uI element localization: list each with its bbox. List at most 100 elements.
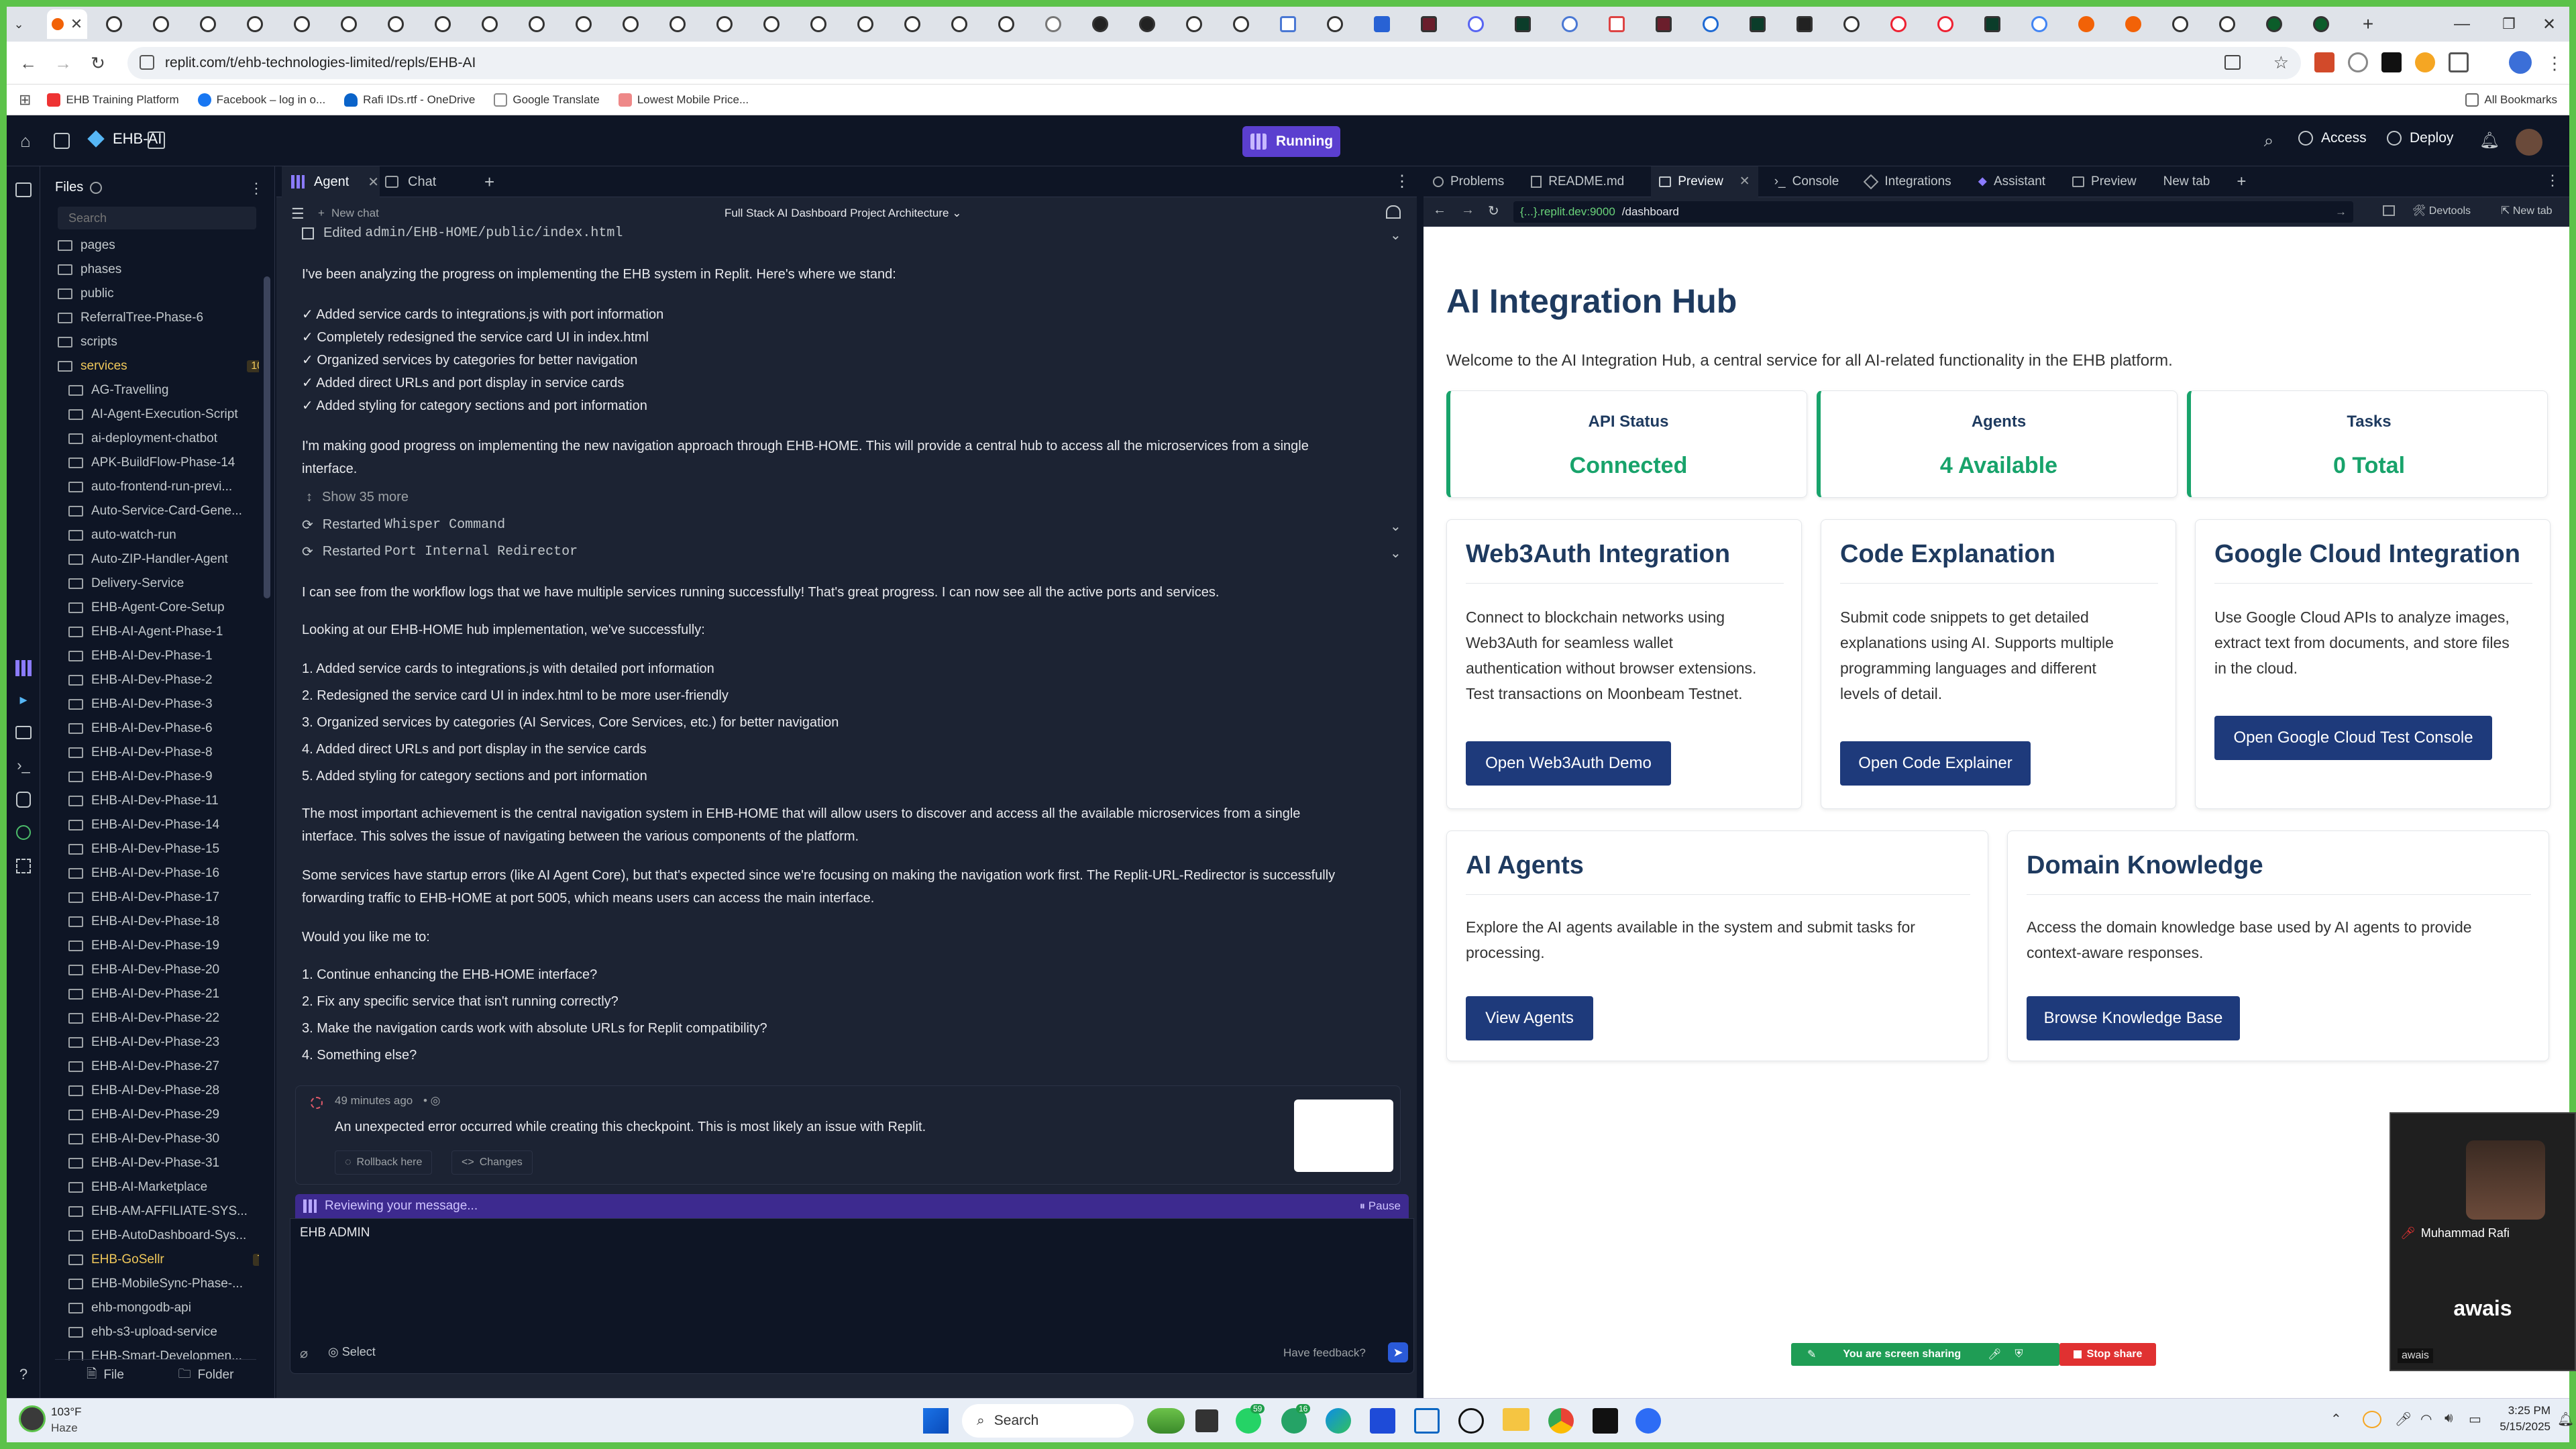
- help-icon[interactable]: ?: [15, 1366, 32, 1383]
- restart-action[interactable]: ⟳ Restarted Whisper Command: [302, 517, 505, 533]
- file-tree-item[interactable]: ehb-s3-upload-service: [58, 1320, 259, 1344]
- add-tab-icon[interactable]: +: [2237, 172, 2246, 191]
- send-button[interactable]: ➤: [1388, 1342, 1408, 1362]
- browser-tab[interactable]: [1462, 9, 1489, 39]
- browser-tab[interactable]: [1040, 9, 1067, 39]
- pause-button[interactable]: ⏸ Pause: [1360, 1199, 1401, 1213]
- open-code-explainer-button[interactable]: Open Code Explainer: [1840, 741, 2031, 786]
- file-tree-item[interactable]: EHB-AI-Dev-Phase-9: [58, 765, 259, 789]
- browser-tab[interactable]: [148, 9, 174, 39]
- forward-icon[interactable]: →: [1461, 203, 1474, 218]
- file-tree-item[interactable]: ReferralTree-Phase-6: [58, 306, 259, 330]
- bookmark-item[interactable]: Facebook – log in o...: [197, 93, 325, 107]
- preview-url-input[interactable]: {...}.replit.dev:9000 /dashboard →: [1513, 201, 2353, 223]
- home-icon[interactable]: ⌂: [16, 131, 35, 151]
- browser-tab[interactable]: [1885, 9, 1912, 39]
- extension-icon[interactable]: [2381, 52, 2402, 72]
- browser-tab[interactable]: [664, 9, 691, 39]
- user-avatar[interactable]: [2516, 129, 2542, 156]
- browser-tab[interactable]: [476, 9, 503, 39]
- file-tree-item[interactable]: EHB-AI-Dev-Phase-18: [58, 910, 259, 934]
- browser-tab[interactable]: [523, 9, 550, 39]
- tab-chat[interactable]: Chat: [385, 166, 436, 197]
- file-tree-item[interactable]: EHB-AI-Dev-Phase-6: [58, 716, 259, 741]
- reload-icon[interactable]: ↻: [86, 51, 110, 75]
- browser-tab[interactable]: [711, 9, 738, 39]
- store-icon[interactable]: [1370, 1408, 1395, 1434]
- notification-icon[interactable]: 🔔︎: [2557, 1411, 2574, 1428]
- file-tree-item[interactable]: Delivery-Service: [58, 572, 259, 596]
- tab-readme[interactable]: README.md: [1531, 174, 1624, 189]
- select-button[interactable]: ◎ Select: [328, 1345, 376, 1359]
- shell-tool-icon[interactable]: ›_: [15, 757, 32, 774]
- browser-tab[interactable]: [1228, 9, 1254, 39]
- layout-icon[interactable]: [148, 131, 165, 149]
- browser-tab[interactable]: [1181, 9, 1208, 39]
- browser-tab[interactable]: [946, 9, 973, 39]
- extension-icon[interactable]: [2314, 52, 2334, 72]
- file-tree-item[interactable]: EHB-AI-Dev-Phase-21: [58, 982, 259, 1006]
- pane-menu-icon[interactable]: ⋮: [2545, 172, 2560, 189]
- file-tree-item[interactable]: EHB-AI-Dev-Phase-16: [58, 861, 259, 885]
- whatsapp-business-icon[interactable]: 16: [1281, 1404, 1311, 1434]
- file-tree-item[interactable]: EHB-AI-Agent-Phase-1: [58, 620, 259, 644]
- file-tree-item[interactable]: EHB-Smart-Developmen...: [58, 1344, 259, 1360]
- bookmark-item[interactable]: Rafi IDs.rtf - OneDrive: [344, 93, 475, 107]
- browser-tab[interactable]: [288, 9, 315, 39]
- browser-tab[interactable]: [1322, 9, 1348, 39]
- file-tree-item[interactable]: auto-watch-run: [58, 523, 259, 547]
- browser-tab[interactable]: [2308, 9, 2334, 39]
- browser-menu-icon[interactable]: ⋮: [2546, 51, 2563, 75]
- new-chat-button[interactable]: + New chat: [318, 207, 379, 220]
- mic-icon[interactable]: 🎤︎: [1988, 1348, 2001, 1361]
- whatsapp-icon[interactable]: 59: [1236, 1404, 1265, 1434]
- browser-tab[interactable]: [758, 9, 785, 39]
- secrets-tool-icon[interactable]: [16, 825, 31, 840]
- file-tree-item[interactable]: EHB-AutoDashboard-Sys...: [58, 1224, 259, 1248]
- all-tools-icon[interactable]: [16, 859, 31, 873]
- browser-tab[interactable]: [1275, 9, 1301, 39]
- files-menu-icon[interactable]: ⋮: [248, 178, 264, 199]
- bookmark-item[interactable]: Lowest Mobile Price...: [618, 93, 749, 107]
- forward-icon[interactable]: →: [51, 51, 75, 75]
- tab-list-button[interactable]: ⌄: [7, 9, 31, 39]
- access-button[interactable]: Access: [2298, 130, 2367, 146]
- eye-icon[interactable]: • ◎: [423, 1094, 441, 1108]
- browser-tab[interactable]: [1509, 9, 1536, 39]
- browser-tab[interactable]: [852, 9, 879, 39]
- file-tree-item[interactable]: EHB-AI-Dev-Phase-28: [58, 1079, 259, 1103]
- file-tree-item[interactable]: EHB-AI-Dev-Phase-20: [58, 958, 259, 982]
- browser-tab[interactable]: [335, 9, 362, 39]
- running-status-button[interactable]: Running: [1242, 126, 1340, 157]
- new-file-button[interactable]: 🗎︎ File: [55, 1360, 156, 1390]
- database-tool-icon[interactable]: [16, 792, 31, 808]
- browser-tab[interactable]: [899, 9, 926, 39]
- drag-handle-icon[interactable]: ✎: [1807, 1348, 1816, 1361]
- files-tool-icon[interactable]: [15, 182, 32, 197]
- checkpoint-thumbnail[interactable]: [1294, 1099, 1393, 1172]
- tab-preview-active[interactable]: Preview ✕: [1651, 166, 1758, 197]
- open-external-icon[interactable]: →: [2335, 205, 2347, 219]
- file-tree-item[interactable]: Auto-Service-Card-Gene...: [58, 499, 259, 523]
- device-icon[interactable]: [2383, 205, 2395, 216]
- browse-knowledge-button[interactable]: Browse Knowledge Base: [2027, 996, 2240, 1040]
- browser-tab[interactable]: [1791, 9, 1818, 39]
- file-tree-item[interactable]: EHB-AI-Dev-Phase-29: [58, 1103, 259, 1127]
- preview-tool-icon[interactable]: [15, 726, 32, 739]
- close-tab-icon[interactable]: ✕: [1739, 174, 1750, 189]
- browser-tab[interactable]: [1697, 9, 1724, 39]
- tray-overflow-icon[interactable]: ⌃: [2330, 1411, 2342, 1428]
- file-tree-item[interactable]: EHB-AI-Dev-Phase-27: [58, 1055, 259, 1079]
- browser-tab[interactable]: [570, 9, 597, 39]
- wifi-icon[interactable]: ◠: [2420, 1411, 2432, 1428]
- run-tool-icon[interactable]: ▸: [15, 691, 32, 708]
- zoom-icon[interactable]: [1635, 1408, 1661, 1434]
- volume-icon[interactable]: 🔊︎: [2445, 1411, 2453, 1426]
- chevron-down-icon[interactable]: ⌄: [1390, 545, 1401, 561]
- file-tree-item[interactable]: EHB-AI-Marketplace: [58, 1175, 259, 1199]
- apps-grid-icon[interactable]: ⊞: [19, 91, 31, 109]
- terminal-icon[interactable]: [1593, 1408, 1618, 1434]
- file-tree-item[interactable]: AG-Travelling: [58, 378, 259, 402]
- browser-tab[interactable]: [617, 9, 644, 39]
- extensions-puzzle-icon[interactable]: [2449, 52, 2469, 72]
